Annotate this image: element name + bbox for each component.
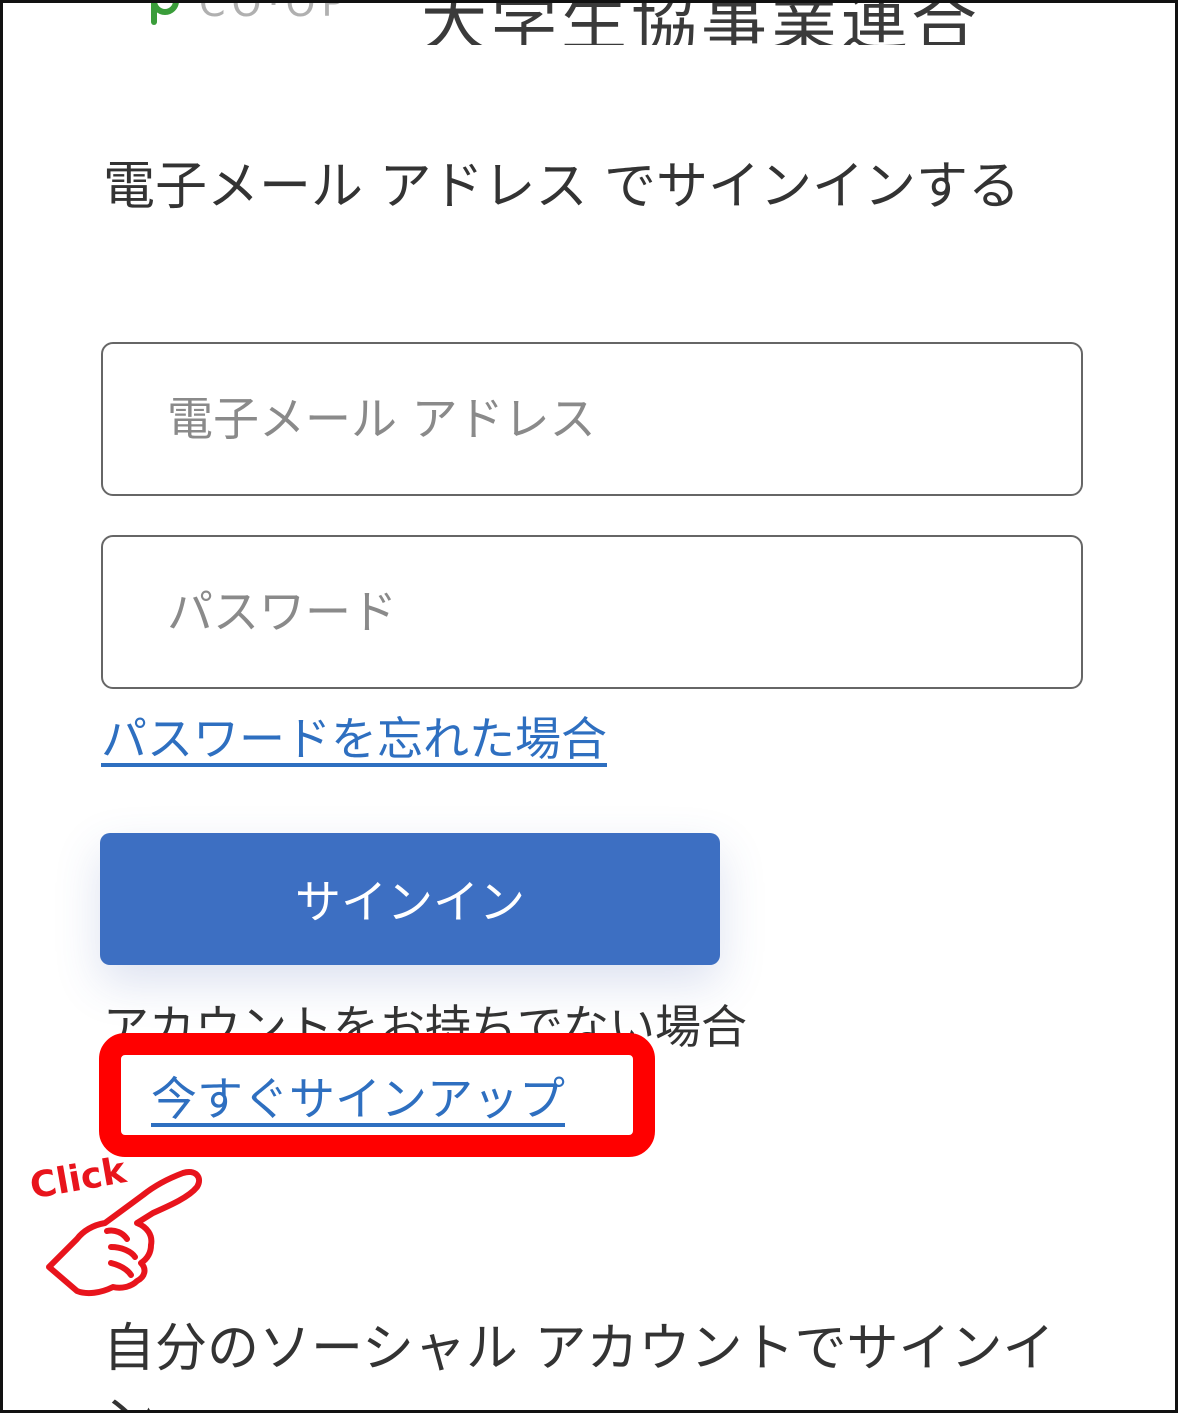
social-signin-heading: 自分のソーシャル アカウントでサインイン: [103, 1319, 1055, 1410]
signin-heading: 電子メール アドレス でサインインする: [103, 157, 1021, 217]
signup-highlight-box: [99, 1033, 655, 1157]
site-header: CO·OP 大学生協事業連合: [103, 0, 1083, 45]
coop-logo-icon: [151, 3, 179, 25]
email-field[interactable]: [101, 342, 1083, 496]
screenshot-frame: CO·OP 大学生協事業連合 電子メール アドレス でサインインする パスワード…: [0, 0, 1178, 1413]
password-field[interactable]: [101, 535, 1083, 689]
forgot-password-link[interactable]: パスワードを忘れた場合: [101, 703, 607, 769]
organization-title: 大学生協事業連合: [421, 0, 981, 45]
logo-text: CO·OP: [199, 0, 351, 25]
signin-button[interactable]: サインイン: [100, 833, 720, 965]
